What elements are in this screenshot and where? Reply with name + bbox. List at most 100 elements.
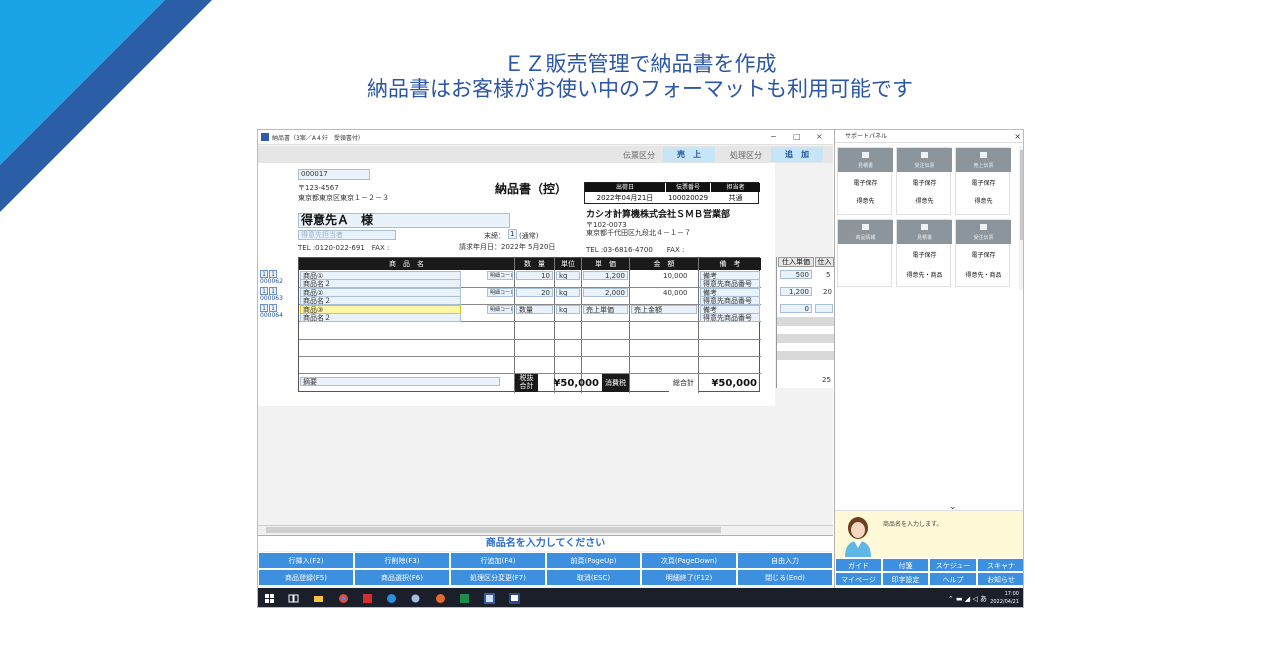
chrome-icon[interactable]: [338, 593, 349, 604]
scrollbar-thumb[interactable]: [266, 527, 721, 533]
closing-input[interactable]: 1: [508, 229, 517, 239]
unit-input[interactable]: kg: [556, 271, 580, 280]
customer-item-number-input[interactable]: 得意先商品番号: [700, 313, 760, 322]
clock[interactable]: 17:00 2022/04/21: [990, 590, 1019, 606]
row-marker[interactable]: 1 1 000063: [260, 287, 283, 302]
ship-date-input[interactable]: 2022年04月21日: [585, 192, 665, 204]
document-info-table: 出荷日 伝票番号 担当者 2022年04月21日 100020029 共通: [584, 182, 760, 204]
close-button[interactable]: ×: [816, 132, 823, 141]
tile-quote[interactable]: 見積書 電子保存 得意先: [837, 147, 893, 215]
schedule-button[interactable]: スケジュー: [929, 558, 977, 572]
purchase-input[interactable]: [815, 304, 833, 313]
task-view-icon[interactable]: [288, 593, 299, 604]
row-code: 000063: [260, 295, 283, 302]
document-icon: [862, 152, 869, 158]
customer-tel: TEL :0120-022-691 FAX :: [298, 244, 390, 252]
change-process-type-button[interactable]: 処理区分変更(F7): [450, 569, 546, 586]
assistant-message: 商品名を入力します。: [883, 521, 943, 528]
guide-button[interactable]: ガイド: [835, 558, 882, 572]
person-value[interactable]: 共通: [711, 192, 760, 204]
purchase-value: 20: [823, 288, 832, 296]
slip-type-value[interactable]: 売 上: [663, 147, 715, 162]
scanner-button[interactable]: スキャナ: [977, 558, 1023, 572]
panel-scrollbar-thumb[interactable]: [1020, 150, 1023, 240]
customer-name-input[interactable]: 得意先Ａ 様: [298, 213, 510, 228]
minimize-button[interactable]: −: [770, 132, 777, 141]
tile-sales[interactable]: 売上伝票 電子保存 得意先: [955, 147, 1011, 215]
tax-label: 消費税: [602, 374, 629, 392]
system-tray-icons[interactable]: ⌃ ▬ ◢ ◁ あ: [948, 594, 987, 604]
free-input-button[interactable]: 自由入力: [737, 552, 833, 569]
panel-scrollbar[interactable]: [1019, 146, 1023, 290]
tile-order[interactable]: 受注伝票 電子保存 得意先: [896, 147, 952, 215]
mypage-button[interactable]: マイページ: [835, 572, 882, 586]
summary-input[interactable]: 摘要: [300, 377, 500, 386]
maximize-button[interactable]: □: [793, 132, 801, 141]
panel-close-button[interactable]: ×: [1014, 130, 1021, 143]
purchase-price-input[interactable]: 1,200: [780, 287, 812, 296]
item-name2-input[interactable]: 商品名２: [300, 279, 461, 288]
cancel-button[interactable]: 取消(ESC): [546, 569, 641, 586]
process-type-value[interactable]: 追 加: [771, 147, 823, 162]
windows-start-icon[interactable]: [264, 593, 275, 604]
function-key-bar: 行挿入(F2) 行削除(F3) 行追加(F4) 前頁(PageUp) 次頁(Pa…: [258, 552, 833, 588]
acrobat-icon[interactable]: [362, 593, 373, 604]
next-page-button[interactable]: 次頁(PageDown): [641, 552, 737, 569]
edge-icon[interactable]: [386, 593, 397, 604]
tile-quote-items[interactable]: 見積書 電子保存 得意先・商品: [896, 219, 952, 287]
delivery-note-form: 000017 〒123-4567 東京都東京区東京１－２－３ 得意先Ａ 様 得意…: [258, 163, 775, 406]
row-marker[interactable]: 1 1 000062: [260, 270, 283, 285]
insert-row-button[interactable]: 行挿入(F2): [258, 552, 354, 569]
customer-contact-input[interactable]: 得意先担当者: [298, 230, 396, 240]
app-icon-blue[interactable]: [410, 593, 421, 604]
price-input[interactable]: 1,200: [583, 271, 628, 280]
purchase-price-input[interactable]: 500: [780, 270, 812, 279]
folder-icon[interactable]: [313, 593, 324, 604]
tile-line: 得意先・商品: [906, 272, 943, 279]
print-settings-button[interactable]: 印字設定: [882, 572, 929, 586]
purchase-price-columns: 仕入単価 仕入 500 5 1,200 20 0 25: [776, 257, 834, 388]
tile-title: 商品情報: [855, 235, 876, 241]
purchase-price-input[interactable]: 0: [780, 304, 812, 313]
billing-date: 請求年月日：2022年 5月20日: [459, 243, 556, 251]
horizontal-scrollbar[interactable]: [258, 525, 833, 534]
notice-button[interactable]: お知らせ: [977, 572, 1023, 586]
quantity-input[interactable]: 10: [516, 271, 553, 280]
excel-icon[interactable]: [459, 593, 470, 604]
powerpoint-icon[interactable]: [435, 593, 446, 604]
line-items-table: 商 品 名 数 量 単位 単 価 金 額 備 考 商品① 商品名２ 明細コード …: [298, 257, 761, 393]
finish-lines-button[interactable]: 明細終了(F12): [641, 569, 737, 586]
customer-postal: 〒123-4567: [298, 184, 339, 192]
document-window-icon[interactable]: [509, 593, 520, 604]
unit-input[interactable]: kg: [556, 305, 580, 314]
customer-item-number-input[interactable]: 得意先商品番号: [700, 296, 760, 305]
prev-page-button[interactable]: 前頁(PageUp): [546, 552, 641, 569]
grand-total-label: 総合計: [669, 374, 698, 392]
customer-code-input[interactable]: 000017: [298, 169, 370, 180]
tile-item-info[interactable]: 商品情報: [837, 219, 893, 287]
close-window-button[interactable]: 閉じる(End): [737, 569, 833, 586]
row-marker[interactable]: 1 1 000064: [260, 304, 283, 319]
item-name2-input[interactable]: 商品名２: [300, 296, 461, 305]
amount-value: 40,000: [663, 289, 688, 297]
unit-input[interactable]: kg: [556, 288, 580, 297]
quantity-input[interactable]: 数量: [516, 305, 553, 314]
col-header-amount: 金 額: [630, 258, 698, 270]
window-titlebar: 納品書（3案／A４ﾀﾃ 受領書付） − □ ×: [258, 130, 833, 145]
amount-input[interactable]: 売上金額: [631, 305, 697, 314]
price-input[interactable]: 2,000: [583, 288, 628, 297]
taskbar: ⌃ ▬ ◢ ◁ あ 17:00 2022/04/21: [258, 588, 1023, 607]
ez-sales-icon[interactable]: [484, 593, 495, 604]
tile-order-items[interactable]: 受注伝票 電子保存 得意先・商品: [955, 219, 1011, 287]
sticky-note-button[interactable]: 付箋: [882, 558, 929, 572]
select-item-button[interactable]: 商品選択(F6): [354, 569, 450, 586]
add-row-button[interactable]: 行追加(F4): [450, 552, 546, 569]
item-name2-input[interactable]: 商品名２: [300, 313, 461, 322]
customer-item-number-input[interactable]: 得意先商品番号: [700, 279, 760, 288]
help-button[interactable]: ヘルプ: [929, 572, 977, 586]
register-item-button[interactable]: 商品登録(F5): [258, 569, 354, 586]
quantity-input[interactable]: 20: [516, 288, 553, 297]
ime-indicator[interactable]: あ: [980, 595, 987, 603]
price-input[interactable]: 売上単価: [583, 305, 628, 314]
delete-row-button[interactable]: 行削除(F3): [354, 552, 450, 569]
